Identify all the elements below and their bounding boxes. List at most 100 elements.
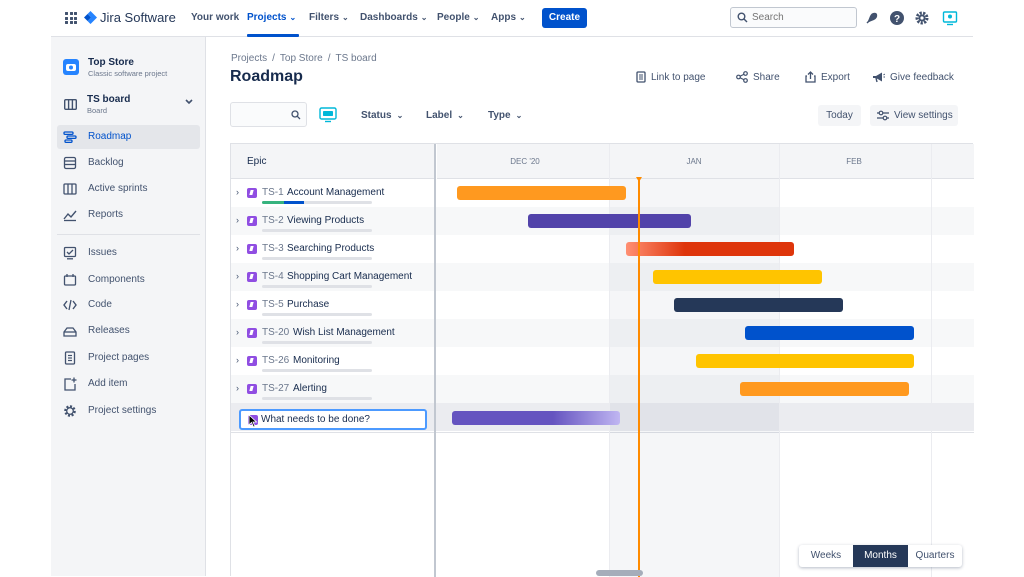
epic-row[interactable]: › TS-27 Alerting — [231, 375, 434, 403]
sidebar-item-components[interactable]: Components — [57, 268, 200, 292]
create-button[interactable]: Create — [542, 8, 587, 28]
sidebar-item-releases[interactable]: Releases — [57, 319, 200, 343]
sidebar-item-code[interactable]: Code — [57, 293, 200, 317]
timescale-quarters[interactable]: Quarters — [908, 545, 962, 567]
epic-key[interactable]: TS-1 — [262, 187, 284, 198]
epic-summary[interactable]: Wish List Management — [293, 327, 395, 338]
export-label: Export — [821, 72, 850, 83]
sidebar-divider — [57, 234, 200, 235]
epic-key[interactable]: TS-20 — [262, 327, 289, 338]
chevron-right-icon[interactable]: › — [236, 355, 239, 365]
epic-summary[interactable]: Alerting — [293, 383, 327, 394]
timescale-weeks[interactable]: Weeks — [799, 545, 853, 567]
epic-summary[interactable]: Viewing Products — [287, 215, 364, 226]
epic-bar[interactable] — [457, 186, 626, 200]
sidebar-item-project-pages[interactable]: Project pages — [57, 346, 200, 370]
project-name[interactable]: Top Store — [88, 57, 134, 68]
epic-row[interactable]: › TS-26 Monitoring — [231, 347, 434, 375]
roadmap-search[interactable] — [230, 102, 307, 127]
sidebar-item-active-sprints[interactable]: Active sprints — [57, 177, 200, 201]
issues-icon — [63, 246, 77, 260]
epic-bar[interactable] — [674, 298, 843, 312]
epic-bar[interactable] — [626, 242, 794, 256]
nav-projects[interactable]: Projects ⌄ — [247, 12, 296, 23]
epic-summary[interactable]: Searching Products — [287, 243, 374, 254]
notifications-icon[interactable] — [864, 10, 880, 26]
profile-icon[interactable] — [942, 10, 958, 26]
epic-key[interactable]: TS-27 — [262, 383, 289, 394]
chevron-down-icon[interactable] — [185, 99, 193, 105]
epic-row[interactable]: › TS-20 Wish List Management — [231, 319, 434, 347]
nav-dashboards[interactable]: Dashboards ⌄ — [360, 12, 428, 23]
sidebar-item-issues[interactable]: Issues — [57, 241, 200, 265]
epic-icon — [247, 300, 257, 310]
chevron-right-icon[interactable]: › — [236, 215, 239, 225]
reports-icon — [63, 210, 77, 222]
share-button[interactable]: Share — [736, 71, 780, 83]
board-icon — [63, 183, 77, 195]
link-to-page-button[interactable]: Link to page — [636, 71, 706, 83]
chevron-right-icon[interactable]: › — [236, 271, 239, 281]
epic-key[interactable]: TS-2 — [262, 215, 284, 226]
sidebar-item-roadmap[interactable]: Roadmap — [57, 125, 200, 149]
epic-bar[interactable] — [740, 382, 909, 396]
epic-row[interactable]: › TS-4 Shopping Cart Management — [231, 263, 434, 291]
epic-bar[interactable] — [745, 326, 914, 340]
nav-your-work[interactable]: Your work — [191, 12, 239, 23]
chevron-right-icon[interactable]: › — [236, 187, 239, 197]
epic-summary[interactable]: Purchase — [287, 299, 329, 310]
epic-summary[interactable]: Shopping Cart Management — [287, 271, 412, 282]
create-epic-field[interactable] — [239, 409, 427, 430]
epic-row[interactable]: › TS-3 Searching Products — [231, 235, 434, 263]
epic-summary[interactable]: Account Management — [287, 187, 384, 198]
search-input[interactable] — [752, 10, 852, 25]
epic-bar[interactable] — [528, 214, 691, 228]
epic-panel-icon[interactable] — [319, 107, 337, 123]
horizontal-scrollbar[interactable] — [596, 570, 643, 576]
chevron-right-icon[interactable]: › — [236, 327, 239, 337]
epic-summary[interactable]: Monitoring — [293, 355, 340, 366]
board-type: Board — [87, 106, 108, 115]
nav-apps[interactable]: Apps ⌄ — [491, 12, 526, 23]
breadcrumb-board[interactable]: TS board — [336, 53, 377, 64]
breadcrumb-project[interactable]: Top Store — [280, 53, 323, 64]
chevron-right-icon[interactable]: › — [236, 383, 239, 393]
app-switcher-icon[interactable] — [65, 12, 77, 24]
epic-row[interactable]: › TS-5 Purchase — [231, 291, 434, 319]
breadcrumb-projects[interactable]: Projects — [231, 53, 267, 64]
code-icon — [63, 299, 77, 311]
status-filter[interactable]: Status ⌄ — [361, 110, 403, 121]
epic-bar[interactable] — [653, 270, 822, 284]
link-to-page-label: Link to page — [651, 72, 706, 83]
epic-key[interactable]: TS-3 — [262, 243, 284, 254]
new-epic-bar[interactable] — [452, 411, 620, 425]
chevron-right-icon[interactable]: › — [236, 299, 239, 309]
view-settings-button[interactable]: View settings — [870, 105, 958, 126]
today-button[interactable]: Today — [818, 105, 861, 126]
brand-name[interactable]: Jira Software — [100, 10, 176, 25]
epic-key[interactable]: TS-4 — [262, 271, 284, 282]
nav-filters[interactable]: Filters ⌄ — [309, 12, 349, 23]
give-feedback-button[interactable]: Give feedback — [872, 71, 954, 83]
global-search[interactable] — [730, 7, 857, 28]
sidebar-item-backlog[interactable]: Backlog — [57, 151, 200, 175]
epic-key[interactable]: TS-26 — [262, 355, 289, 366]
label-filter[interactable]: Label ⌄ — [426, 110, 464, 121]
sidebar-item-reports[interactable]: Reports — [57, 203, 200, 227]
create-epic-input[interactable] — [261, 412, 421, 427]
settings-icon[interactable] — [914, 10, 930, 26]
help-icon[interactable]: ? — [889, 10, 905, 26]
epic-key[interactable]: TS-5 — [262, 299, 284, 310]
nav-people[interactable]: People ⌄ — [437, 12, 480, 23]
timescale-months[interactable]: Months — [853, 545, 908, 567]
chevron-right-icon[interactable]: › — [236, 243, 239, 253]
export-button[interactable]: Export — [805, 71, 850, 83]
epic-bar[interactable] — [696, 354, 914, 368]
type-filter[interactable]: Type ⌄ — [488, 110, 522, 121]
sidebar-item-add-item[interactable]: Add item — [57, 372, 200, 396]
sidebar-item-project-settings[interactable]: Project settings — [57, 399, 200, 423]
project-avatar[interactable] — [63, 59, 79, 75]
epic-row[interactable]: › TS-1 Account Management — [231, 179, 434, 207]
board-name[interactable]: TS board — [87, 94, 130, 105]
epic-row[interactable]: › TS-2 Viewing Products — [231, 207, 434, 235]
